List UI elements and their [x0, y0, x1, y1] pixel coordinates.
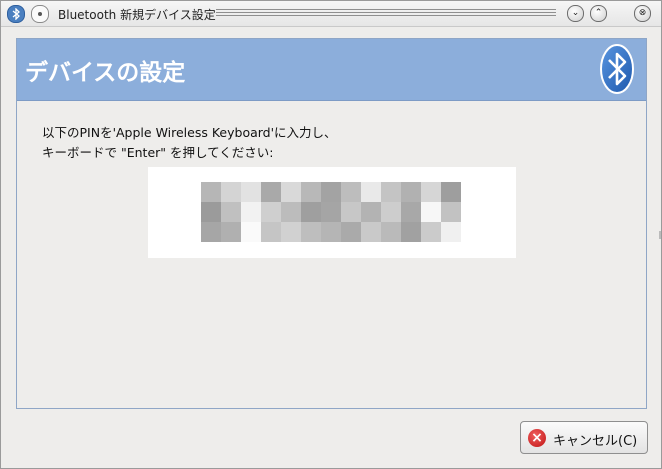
- pin-pixel: [301, 222, 321, 242]
- pin-pixel: [281, 202, 301, 222]
- pin-display: [148, 167, 516, 258]
- pin-pixel: [381, 222, 401, 242]
- instruction-line-2: キーボードで "Enter" を押してください:: [42, 145, 274, 160]
- pin-pixel: [361, 222, 381, 242]
- pin-pixel: [201, 222, 221, 242]
- instruction-line-1: 以下のPINを'Apple Wireless Keyboard'に入力し、: [42, 125, 337, 140]
- pin-pixel: [301, 182, 321, 202]
- bluetooth-app-icon[interactable]: [7, 5, 25, 23]
- cancel-icon: ×: [528, 429, 546, 447]
- pin-pixel: [441, 222, 461, 242]
- pin-pixel: [241, 222, 261, 242]
- pin-pixel: [341, 182, 361, 202]
- pin-pixel: [261, 182, 281, 202]
- resize-grip[interactable]: [659, 231, 661, 239]
- bluetooth-icon: [600, 44, 634, 94]
- pin-pixel: [421, 182, 441, 202]
- pin-pixel: [321, 202, 341, 222]
- pin-pixel: [441, 182, 461, 202]
- pin-pixel: [421, 222, 441, 242]
- pin-pixel: [241, 202, 261, 222]
- instructions: 以下のPINを'Apple Wireless Keyboard'に入力し、 キー…: [42, 123, 337, 163]
- pin-pixel: [361, 202, 381, 222]
- pin-pixel: [341, 222, 361, 242]
- pin-code-pixelated: [201, 182, 461, 242]
- pin-pixel: [321, 182, 341, 202]
- pin-pixel: [281, 182, 301, 202]
- pin-pixel: [261, 202, 281, 222]
- pin-pixel: [241, 182, 261, 202]
- pin-pixel: [401, 182, 421, 202]
- pin-pixel: [401, 222, 421, 242]
- pin-pixel: [341, 202, 361, 222]
- page-title: デバイスの設定: [25, 60, 186, 86]
- pin-pixel: [401, 202, 421, 222]
- pin-pixel: [221, 182, 241, 202]
- pin-pixel: [201, 202, 221, 222]
- pin-pixel: [301, 202, 321, 222]
- pin-pixel: [441, 202, 461, 222]
- pin-pixel: [281, 222, 301, 242]
- pin-pixel: [201, 182, 221, 202]
- pin-pixel: [261, 222, 281, 242]
- cancel-button[interactable]: × キャンセル(C): [520, 421, 648, 454]
- minimize-button[interactable]: ⌄: [567, 5, 584, 22]
- sticky-window-icon[interactable]: [31, 5, 49, 23]
- maximize-button[interactable]: ⌃: [590, 5, 607, 22]
- pin-pixel: [361, 182, 381, 202]
- pin-pixel: [221, 202, 241, 222]
- title-bar[interactable]: Bluetooth 新規デバイス設定 ⌄ ⌃ ⊗: [1, 1, 661, 27]
- content-frame: デバイスの設定 以下のPINを'Apple Wireless Keyboard'…: [16, 38, 647, 409]
- header-band: デバイスの設定: [17, 39, 646, 101]
- pin-pixel: [381, 182, 401, 202]
- pin-pixel: [321, 222, 341, 242]
- dialog-window: Bluetooth 新規デバイス設定 ⌄ ⌃ ⊗ デバイスの設定 以下のPINを…: [0, 0, 662, 469]
- pin-pixel: [421, 202, 441, 222]
- pin-pixel: [381, 202, 401, 222]
- window-title: Bluetooth 新規デバイス設定: [58, 8, 216, 22]
- close-window-button[interactable]: ⊗: [634, 5, 651, 22]
- pin-pixel: [221, 222, 241, 242]
- title-bar-grip: [216, 9, 556, 18]
- cancel-button-label: キャンセル(C): [553, 434, 638, 449]
